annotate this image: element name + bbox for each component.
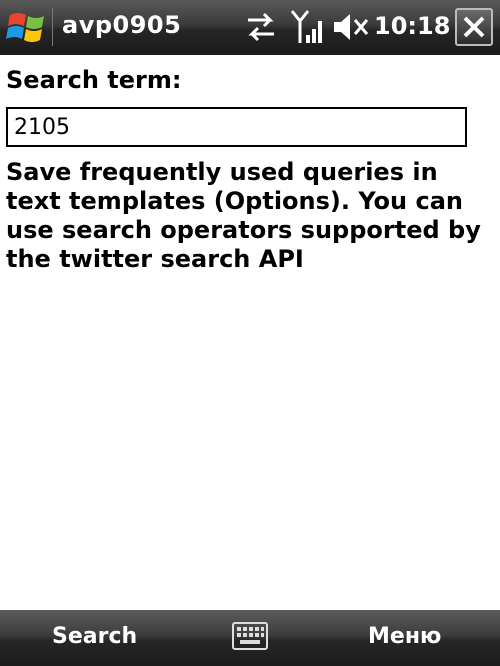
search-term-input[interactable] (6, 107, 467, 147)
keyboard-icon[interactable] (232, 622, 268, 650)
search-term-label: Search term: (6, 66, 182, 94)
softkey-bar: Search Меню (0, 610, 500, 666)
windows-flag-icon (6, 13, 44, 42)
close-button[interactable] (455, 8, 493, 46)
menu-softkey[interactable]: Меню (368, 624, 441, 649)
main-content: Search term: Save frequently used querie… (0, 55, 500, 610)
search-softkey[interactable]: Search (52, 624, 137, 649)
close-icon (463, 16, 485, 38)
title-bar: avp0905 10:18 (0, 0, 500, 55)
connectivity-icon[interactable] (244, 8, 278, 46)
title-separator (52, 8, 53, 46)
clock[interactable]: 10:18 (374, 12, 450, 40)
start-button[interactable] (6, 5, 52, 49)
signal-icon[interactable] (290, 7, 326, 47)
help-text: Save frequently used queries in text tem… (6, 158, 481, 273)
app-title: avp0905 (62, 11, 182, 39)
volume-muted-icon[interactable] (332, 8, 370, 46)
